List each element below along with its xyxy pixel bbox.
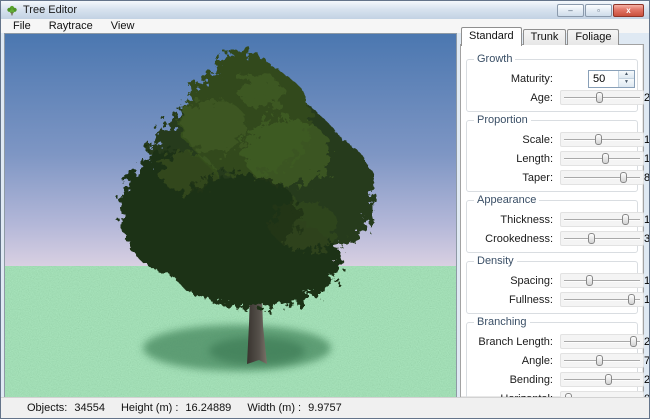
group-title: Appearance <box>474 194 539 206</box>
tab-trunk[interactable]: Trunk <box>523 29 567 45</box>
width-label: Width (m) : <box>247 402 301 414</box>
param-label: Fullness: <box>469 294 560 306</box>
slider-thumb[interactable] <box>630 336 637 347</box>
param-label: Angle: <box>469 355 560 367</box>
slider-thumb[interactable] <box>622 214 629 225</box>
group-density: Density Spacing: 104 Fullness: 100 <box>466 261 638 314</box>
tab-page-standard: Growth Maturity: 50 ▲ ▼ Age: <box>460 44 644 398</box>
param-label: Length: <box>469 153 560 165</box>
app-window: Tree Editor – ▫ x File Raytrace View <box>0 0 650 419</box>
angle-slider[interactable] <box>560 353 644 368</box>
bending-slider[interactable] <box>560 372 644 387</box>
render-viewport[interactable] <box>4 33 457 398</box>
slider-thumb[interactable] <box>595 134 602 145</box>
window-title: Tree Editor <box>23 4 77 16</box>
param-label: Spacing: <box>469 275 560 287</box>
param-value: 180 <box>644 214 650 226</box>
param-row-taper: Taper: 85 <box>469 168 635 187</box>
slider-thumb[interactable] <box>586 275 593 286</box>
objects-label: Objects: <box>27 402 67 414</box>
param-value: 25 <box>644 92 650 104</box>
param-value: 104 <box>644 275 650 287</box>
param-row-branch-length: Branch Length: 200 <box>469 332 635 351</box>
tab-standard[interactable]: Standard <box>461 27 522 46</box>
scale-slider[interactable] <box>560 132 644 147</box>
close-button[interactable]: x <box>613 4 644 17</box>
slider-thumb[interactable] <box>588 233 595 244</box>
objects-value: 34554 <box>74 402 105 414</box>
group-growth: Growth Maturity: 50 ▲ ▼ Age: <box>466 59 638 112</box>
group-title: Proportion <box>474 114 531 126</box>
width-value: 9.9757 <box>308 402 342 414</box>
param-value: 29 <box>644 374 650 386</box>
height-value: 16.24889 <box>185 402 231 414</box>
param-label: Crookedness: <box>469 233 560 245</box>
param-value: 100 <box>644 153 650 165</box>
param-value: 85 <box>644 172 650 184</box>
param-label: Scale: <box>469 134 560 146</box>
param-label: Age: <box>469 92 560 104</box>
maturity-spinner[interactable]: 50 ▲ ▼ <box>588 70 635 88</box>
branch-length-slider[interactable] <box>560 334 644 349</box>
crookedness-slider[interactable] <box>560 231 644 246</box>
app-tree-icon <box>6 4 18 16</box>
tab-strip: Standard Trunk Foliage <box>461 29 620 45</box>
group-title: Branching <box>474 316 530 328</box>
length-slider[interactable] <box>560 151 644 166</box>
param-row-age: Age: 25 <box>469 88 635 107</box>
param-value: 100 <box>644 294 650 306</box>
group-title: Growth <box>474 53 515 65</box>
fullness-slider[interactable] <box>560 292 644 307</box>
param-label: Bending: <box>469 374 560 386</box>
param-label: Branch Length: <box>469 336 560 348</box>
taper-slider[interactable] <box>560 170 644 185</box>
param-value: 100 <box>644 134 650 146</box>
group-title: Density <box>474 255 517 267</box>
group-proportion: Proportion Scale: 100 Length: 100 T <box>466 120 638 192</box>
spacing-slider[interactable] <box>560 273 644 288</box>
slider-thumb[interactable] <box>605 374 612 385</box>
param-row-length: Length: 100 <box>469 149 635 168</box>
group-appearance: Appearance Thickness: 180 Crookedness: 3… <box>466 200 638 253</box>
slider-thumb[interactable] <box>628 294 635 305</box>
param-label: Taper: <box>469 172 560 184</box>
param-row-thickness: Thickness: 180 <box>469 210 635 229</box>
title-bar[interactable]: Tree Editor – ▫ x <box>1 1 649 20</box>
param-row-crookedness: Crookedness: 36 <box>469 229 635 248</box>
status-bar: Objects: 34554 Height (m) : 16.24889 Wid… <box>1 397 649 418</box>
slider-thumb[interactable] <box>596 92 603 103</box>
param-row-maturity: Maturity: 50 ▲ ▼ <box>469 69 635 88</box>
slider-thumb[interactable] <box>620 172 627 183</box>
param-row-angle: Angle: 71 <box>469 351 635 370</box>
spinner-value[interactable]: 50 <box>589 71 618 87</box>
param-row-bending: Bending: 29 <box>469 370 635 389</box>
slider-thumb[interactable] <box>602 153 609 164</box>
spinner-up-icon[interactable]: ▲ <box>619 71 634 80</box>
param-row-scale: Scale: 100 <box>469 130 635 149</box>
menu-file[interactable]: File <box>4 19 40 33</box>
age-slider[interactable] <box>560 90 644 105</box>
slider-thumb[interactable] <box>596 355 603 366</box>
menu-raytrace[interactable]: Raytrace <box>40 19 102 33</box>
param-label: Maturity: <box>469 73 560 85</box>
tree-render <box>5 34 456 397</box>
spinner-down-icon[interactable]: ▼ <box>619 79 634 87</box>
param-row-fullness: Fullness: 100 <box>469 290 635 309</box>
minimize-button[interactable]: – <box>557 4 584 17</box>
param-value: 200 <box>644 336 650 348</box>
thickness-slider[interactable] <box>560 212 644 227</box>
param-value: 71 <box>644 355 650 367</box>
param-row-spacing: Spacing: 104 <box>469 271 635 290</box>
tab-foliage[interactable]: Foliage <box>567 29 619 45</box>
param-value: 36 <box>644 233 650 245</box>
tree-shadow <box>143 325 331 371</box>
param-label: Thickness: <box>469 214 560 226</box>
height-label: Height (m) : <box>121 402 178 414</box>
parameter-panel: Standard Trunk Foliage Growth Maturity: … <box>460 29 646 398</box>
maximize-button[interactable]: ▫ <box>585 4 612 17</box>
menu-view[interactable]: View <box>102 19 144 33</box>
